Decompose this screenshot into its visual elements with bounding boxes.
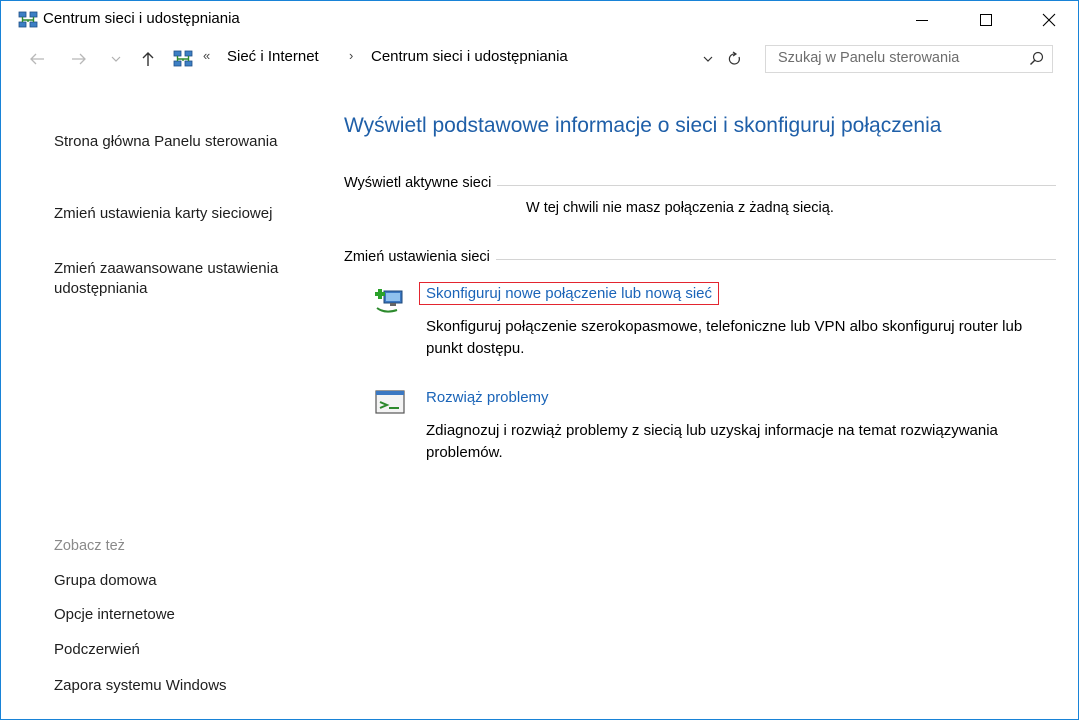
no-connection-message: W tej chwili nie masz połączenia z żadną…: [526, 200, 834, 216]
arrow-left-icon: [30, 53, 44, 65]
sidebar-link-adapter-settings[interactable]: Zmień ustawienia karty sieciowej: [54, 204, 304, 224]
search-input[interactable]: Szukaj w Panelu sterowania: [778, 50, 959, 66]
address-history-button[interactable]: [699, 47, 717, 71]
search-icon[interactable]: [1028, 50, 1046, 68]
page-title: Wyświetl podstawowe informacje o sieci i…: [344, 114, 942, 137]
sidebar: Strona główna Panelu sterowania Zmień us…: [54, 1, 314, 719]
close-button[interactable]: [1026, 1, 1072, 39]
search-box[interactable]: Szukaj w Panelu sterowania: [765, 45, 1053, 73]
troubleshoot-description: Zdiagnozuj i rozwiąż problemy z siecią l…: [426, 422, 998, 461]
troubleshoot-icon[interactable]: [375, 390, 411, 422]
change-settings-label: Zmień ustawienia sieci: [344, 249, 496, 265]
setup-new-connection-link[interactable]: Skonfiguruj nowe połączenie lub nową sie…: [419, 282, 720, 305]
new-connection-icon[interactable]: [371, 284, 407, 316]
sidebar-link-advanced-sharing[interactable]: Zmień zaawansowane ustawienia udostępnia…: [54, 259, 304, 299]
minimize-button[interactable]: [899, 1, 945, 39]
close-icon: [1042, 13, 1056, 27]
sidebar-link-windows-firewall[interactable]: Zapora systemu Windows: [54, 676, 304, 696]
network-app-icon: [18, 11, 38, 29]
maximize-icon: [980, 14, 992, 26]
refresh-icon: [728, 51, 740, 65]
setup-new-connection-description: Skonfiguruj połączenie szerokopasmowe, t…: [426, 318, 1023, 357]
refresh-button[interactable]: [724, 47, 746, 71]
network-center-window: Centrum sieci i udostępniania « Sieć i I…: [0, 0, 1079, 720]
minimize-icon: [916, 20, 928, 21]
active-networks-label: Wyświetl aktywne sieci: [344, 175, 498, 191]
breadcrumb-separator[interactable]: ›: [349, 48, 353, 63]
chevron-down-icon: [703, 56, 713, 62]
sidebar-link-control-panel-home[interactable]: Strona główna Panelu sterowania: [54, 132, 304, 152]
sidebar-link-internet-options[interactable]: Opcje internetowe: [54, 605, 304, 625]
back-button[interactable]: [25, 41, 49, 77]
maximize-button[interactable]: [963, 1, 1009, 39]
breadcrumb-current[interactable]: Centrum sieci i udostępniania: [371, 48, 568, 65]
see-also-heading: Zobacz też: [54, 538, 125, 554]
sidebar-link-infrared[interactable]: Podczerwień: [54, 640, 304, 660]
troubleshoot-link[interactable]: Rozwiąż problemy: [426, 389, 549, 406]
sidebar-link-homegroup[interactable]: Grupa domowa: [54, 571, 304, 591]
